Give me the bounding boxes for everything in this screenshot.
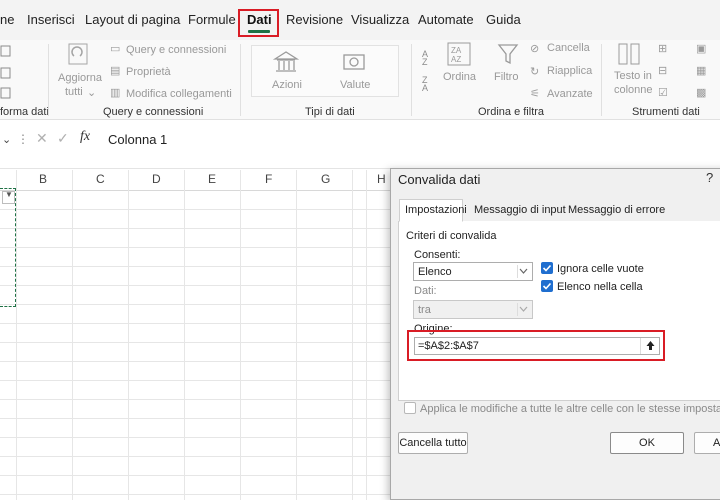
group-label-get-transform: forma dati [0, 106, 49, 118]
tab-automate[interactable]: Automate [418, 12, 474, 27]
insert-function-icon[interactable]: fx [80, 129, 90, 145]
svg-text:Z: Z [422, 57, 428, 67]
chevron-down-icon [517, 303, 529, 316]
text-to-columns-label-1[interactable]: Testo in [614, 70, 652, 82]
column-header-g[interactable]: G [321, 172, 330, 186]
tab-input-message[interactable]: Messaggio di input [474, 204, 566, 216]
properties-icon: ▤ [110, 65, 121, 77]
group-label-queries: Query e connessioni [103, 106, 204, 118]
tab-settings[interactable]: Impostazioni [405, 204, 467, 216]
apply-to-all-checkbox[interactable] [404, 402, 416, 414]
column-header-b[interactable]: B [39, 172, 47, 186]
allow-label: Consenti: [414, 249, 461, 261]
validation-criteria-heading: Criteri di convalida [406, 230, 497, 242]
refresh-all-label-1[interactable]: Aggiorna [58, 72, 102, 84]
filter-label[interactable]: Filtro [494, 71, 518, 83]
clear-label[interactable]: Cancella [547, 42, 590, 54]
tab-help[interactable]: Guida [486, 12, 521, 27]
column-header-d[interactable]: D [152, 172, 161, 186]
edit-links-icon: ▥ [110, 87, 121, 99]
svg-text:AZ: AZ [451, 55, 461, 64]
advanced-filter-icon: ⚟ [530, 88, 540, 100]
properties-item[interactable]: Proprietà [126, 66, 171, 78]
data-validation-icon[interactable]: ☑ [658, 86, 668, 99]
refresh-all-icon[interactable] [65, 42, 93, 68]
data-label: Dati: [414, 285, 437, 297]
cancel-button[interactable]: A [694, 432, 720, 454]
highlight-box-tab [238, 9, 279, 37]
tab-page-layout[interactable]: Layout di pagina [85, 12, 180, 27]
checkmark-icon [542, 264, 552, 272]
column-header-c[interactable]: C [96, 172, 105, 186]
chevron-down-icon: ⌄ [87, 87, 97, 99]
data-model-icon[interactable]: ▩ [696, 86, 706, 99]
in-cell-dropdown-label[interactable]: Elenco nella cella [557, 281, 643, 293]
queries-connections-item[interactable]: Query e connessioni [126, 44, 226, 56]
selected-range[interactable] [0, 188, 16, 307]
edit-links-item[interactable]: Modifica collegamenti [126, 88, 232, 100]
tab-error-alert[interactable]: Messaggio di errore [568, 204, 665, 216]
cell-dropdown-button[interactable]: ▼ [2, 190, 15, 204]
apply-to-all-label[interactable]: Applica le modifiche a tutte le altre ce… [420, 403, 720, 415]
group-label-data-types: Tipi di dati [305, 106, 355, 118]
ignore-blank-label[interactable]: Ignora celle vuote [557, 263, 644, 275]
relationships-icon[interactable]: ▦ [696, 64, 706, 77]
sort-label[interactable]: Ordina [443, 71, 476, 83]
in-cell-dropdown-checkbox[interactable] [541, 280, 553, 292]
get-data-icons[interactable] [0, 42, 22, 104]
allow-select-value: Elenco [418, 266, 452, 278]
chevron-down-icon [517, 265, 529, 278]
name-box-chevron-icon[interactable]: ⌄ [2, 133, 11, 146]
cancel-formula-icon[interactable]: ✕ [36, 130, 48, 147]
ignore-blank-checkbox[interactable] [541, 262, 553, 274]
tab-review[interactable]: Revisione [286, 12, 343, 27]
tab-view[interactable]: Visualizza [351, 12, 409, 27]
remove-duplicates-icon[interactable]: ⊟ [658, 64, 667, 77]
help-button[interactable]: ? [706, 170, 713, 185]
advanced-label[interactable]: Avanzate [547, 88, 593, 100]
tab-formulas[interactable]: Formule [188, 12, 236, 27]
clear-filter-icon: ⊘ [530, 43, 540, 55]
svg-text:A: A [422, 83, 428, 93]
stocks-label[interactable]: Azioni [272, 79, 302, 91]
ok-button[interactable]: OK [610, 432, 684, 454]
formula-bar-content[interactable]: Colonna 1 [108, 132, 167, 147]
svg-text:ZA: ZA [451, 46, 462, 55]
column-header-h[interactable]: H [377, 172, 386, 186]
highlight-box-source [407, 330, 665, 361]
allow-select[interactable]: Elenco [413, 262, 533, 281]
reapply-label[interactable]: Riapplica [547, 65, 592, 77]
dialog-title: Convalida dati [398, 172, 481, 187]
column-header-e[interactable]: E [208, 172, 216, 186]
refresh-all-label-2[interactable]: tutti [65, 86, 83, 98]
sort-icon[interactable]: ZA AZ [447, 42, 473, 68]
data-select: tra [413, 300, 533, 319]
reapply-icon: ↻ [530, 66, 540, 78]
stocks-icon[interactable] [273, 50, 299, 74]
sort-ascending-icon[interactable]: A Z Z A [420, 45, 440, 97]
checkmark-icon [542, 282, 552, 290]
currencies-label[interactable]: Valute [340, 79, 370, 91]
group-label-data-tools: Strumenti dati [632, 106, 700, 118]
data-select-value: tra [418, 304, 431, 316]
text-to-columns-icon[interactable] [617, 42, 643, 68]
tab-insert[interactable]: Inserisci [27, 12, 75, 27]
more-options-icon[interactable]: ⋮ [17, 132, 29, 146]
column-header-f[interactable]: F [265, 172, 272, 186]
chevron-down-icon: ▼ [5, 190, 13, 199]
filter-icon[interactable] [497, 42, 519, 66]
consolidate-icon[interactable]: ▣ [696, 42, 706, 55]
enter-formula-icon[interactable]: ✓ [57, 130, 69, 147]
currencies-icon[interactable] [342, 50, 368, 74]
queries-icon: ▭ [110, 43, 121, 55]
menu-bar: ne Inserisci Layout di pagina Formule Da… [0, 0, 720, 40]
tab-home-partial[interactable]: ne [0, 12, 14, 27]
group-label-sort-filter: Ordina e filtra [478, 106, 545, 118]
ribbon: forma dati Aggiorna tutti ⌄ ▭ Query e co… [0, 40, 720, 120]
flash-fill-icon[interactable]: ⊞ [658, 42, 667, 55]
text-to-columns-label-2[interactable]: colonne [614, 84, 653, 96]
clear-all-button[interactable]: Cancella tutto [398, 432, 468, 454]
